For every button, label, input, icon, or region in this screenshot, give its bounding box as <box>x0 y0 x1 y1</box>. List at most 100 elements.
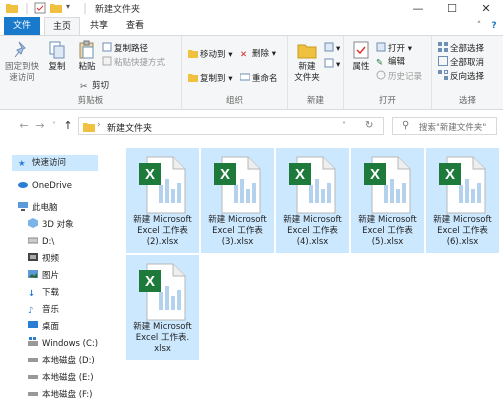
edit-icon: ✎ <box>376 58 384 68</box>
easy-access-button[interactable]: ▾ <box>324 58 340 71</box>
nav-item-label: 本地磁盘 (F:) <box>42 390 93 400</box>
recent-chevron-icon[interactable]: ˅ <box>48 121 60 130</box>
rename-button[interactable]: 重命名 <box>239 72 278 85</box>
delete-button[interactable]: ✕ 删除 ▾ <box>240 48 276 61</box>
nav-item-quick-access[interactable]: ★ 快速访问 <box>12 155 98 171</box>
edit-button[interactable]: ✎ 编辑 <box>376 56 405 69</box>
file-item[interactable]: X 新建 Microsoft Excel 工作表 (6).xlsx <box>426 148 499 253</box>
select-none-button[interactable]: 全部取消 <box>438 56 484 69</box>
file-name-line: 新建 Microsoft <box>133 322 192 332</box>
nav-item-3d-objects[interactable]: 3D 对象 <box>28 217 74 233</box>
nav-item-local-disk-f[interactable]: 本地磁盘 (F:) <box>28 387 92 403</box>
file-item[interactable]: X 新建 Microsoft Excel 工作表 (5).xlsx <box>351 148 424 253</box>
excel-file-icon: X <box>289 156 336 214</box>
nav-item-local-disk-d[interactable]: 本地磁盘 (D:) <box>28 353 95 369</box>
cut-button[interactable]: ✂ 剪切 <box>80 80 109 93</box>
file-item[interactable]: X 新建 Microsoft Excel 工作表. xlsx <box>126 255 199 360</box>
properties-label: 属性 <box>352 62 370 72</box>
nav-item-local-disk-e[interactable]: 本地磁盘 (E:) <box>28 370 94 386</box>
paste-shortcut-button[interactable]: 粘贴快捷方式 <box>102 56 165 69</box>
address-dropdown-icon[interactable]: ˅ <box>342 121 346 130</box>
music-icon: ♪ <box>28 306 34 316</box>
file-name-line: (6).xlsx <box>446 237 479 247</box>
file-name-line: 新建 Microsoft <box>283 215 342 225</box>
delete-label: 删除 <box>252 49 270 59</box>
file-name: 新建 Microsoft Excel 工作表 (3).xlsx <box>202 215 273 248</box>
nav-item-d-drive[interactable]: D:\ <box>27 234 54 250</box>
properties-button[interactable]: 属性 <box>350 40 372 73</box>
select-all-button[interactable]: 全部选择 <box>438 42 484 55</box>
scissors-icon: ✂ <box>80 82 88 92</box>
help-icon[interactable]: ? <box>487 19 501 33</box>
minimize-icon[interactable]: — <box>401 0 435 17</box>
properties-quick-icon[interactable] <box>34 2 46 14</box>
nav-item-label: Windows (C:) <box>42 339 99 349</box>
copy-to-button[interactable]: 复制到 ▾ <box>188 72 232 85</box>
file-name-line: 新建 Microsoft <box>433 215 492 225</box>
file-name-line: Excel 工作表. <box>135 333 190 343</box>
star-icon: ★ <box>18 159 26 169</box>
file-item[interactable]: X 新建 Microsoft Excel 工作表 (2).xlsx <box>126 148 199 253</box>
forward-arrow-icon[interactable]: → <box>34 119 46 132</box>
download-icon: ↓ <box>28 289 36 299</box>
new-folder-quick-icon[interactable] <box>50 2 62 14</box>
close-icon[interactable]: ✕ <box>469 0 503 17</box>
new-folder-button[interactable]: 新建 文件夹 <box>292 40 322 84</box>
customize-toolbar-icon[interactable]: ▾ <box>66 2 76 14</box>
back-arrow-icon[interactable]: ← <box>18 119 30 132</box>
breadcrumb[interactable]: 新建文件夹 <box>107 121 152 134</box>
breadcrumb-chevron-icon[interactable]: › <box>97 120 101 130</box>
nav-item-onedrive[interactable]: OneDrive <box>18 178 72 194</box>
open-group: 属性 打开 ▾ ✎ 编辑 历史记录 打开 <box>344 36 432 109</box>
nav-item-music[interactable]: ♪ 音乐 <box>28 302 59 318</box>
nav-item-label: 音乐 <box>42 305 60 315</box>
history-button[interactable]: 历史记录 <box>376 70 422 83</box>
invert-selection-button[interactable]: 反向选择 <box>438 70 484 83</box>
maximize-icon[interactable]: ☐ <box>435 0 469 17</box>
organize-group: 移动到 ▾ ✕ 删除 ▾ 复制到 ▾ 重命名 组织 <box>182 36 288 109</box>
copy-path-button[interactable]: 复制路径 <box>102 42 148 55</box>
file-name: 新建 Microsoft Excel 工作表 (4).xlsx <box>277 215 348 248</box>
up-arrow-icon[interactable]: ↑ <box>62 119 74 132</box>
address-row: ← → ˅ ↑ › 新建文件夹 ˅ ↻ ⚲ 搜索"新建文件夹" <box>0 110 503 142</box>
svg-text:X: X <box>295 166 305 183</box>
nav-item-windows-c[interactable]: Windows (C:) <box>28 336 98 352</box>
nav-item-pictures[interactable]: 图片 <box>28 268 59 284</box>
tab-file[interactable]: 文件 <box>4 17 40 35</box>
collapse-ribbon-icon[interactable]: ˄ <box>472 19 486 33</box>
invert-selection-label: 反向选择 <box>450 72 485 82</box>
file-name-line: Excel 工作表 <box>287 226 338 236</box>
copy-folder-icon <box>188 72 198 82</box>
tab-share[interactable]: 共享 <box>82 17 116 35</box>
nav-item-this-pc[interactable]: 此电脑 <box>18 200 58 216</box>
address-bar[interactable]: › 新建文件夹 ˅ ↻ <box>78 117 384 135</box>
history-label: 历史记录 <box>388 72 423 82</box>
new-item-button[interactable]: ▾ <box>324 42 340 55</box>
nav-item-label: 桌面 <box>42 322 60 332</box>
file-name-line: (4).xlsx <box>296 237 329 247</box>
copy-button[interactable]: 复制 <box>44 40 70 73</box>
file-name-line: 新建 Microsoft <box>358 215 417 225</box>
pin-quick-access-button[interactable]: 固定到快 速访问 <box>4 40 40 84</box>
file-item[interactable]: X 新建 Microsoft Excel 工作表 (3).xlsx <box>201 148 274 253</box>
search-input[interactable]: ⚲ 搜索"新建文件夹" <box>392 117 497 135</box>
select-all-label: 全部选择 <box>450 44 485 54</box>
file-item[interactable]: X 新建 Microsoft Excel 工作表 (4).xlsx <box>276 148 349 253</box>
move-to-button[interactable]: 移动到 ▾ <box>188 48 232 61</box>
nav-item-downloads[interactable]: ↓ 下载 <box>28 285 59 301</box>
select-none-icon <box>438 56 448 66</box>
open-icon <box>376 42 386 52</box>
file-name-line: (5).xlsx <box>371 237 404 247</box>
file-name-line: (2).xlsx <box>146 237 179 247</box>
easy-access-icon <box>324 58 334 68</box>
open-button[interactable]: 打开 ▾ <box>376 42 412 55</box>
refresh-icon[interactable]: ↻ <box>365 120 373 131</box>
nav-item-videos[interactable]: 视频 <box>28 251 59 267</box>
paste-button[interactable]: 粘贴 <box>74 40 100 73</box>
cut-label: 剪切 <box>92 81 110 91</box>
excel-file-icon: X <box>139 156 186 214</box>
nav-item-desktop[interactable]: 桌面 <box>28 319 59 335</box>
pin-icon <box>12 40 32 60</box>
tab-home[interactable]: 主页 <box>44 17 80 35</box>
tab-view[interactable]: 查看 <box>118 17 152 35</box>
